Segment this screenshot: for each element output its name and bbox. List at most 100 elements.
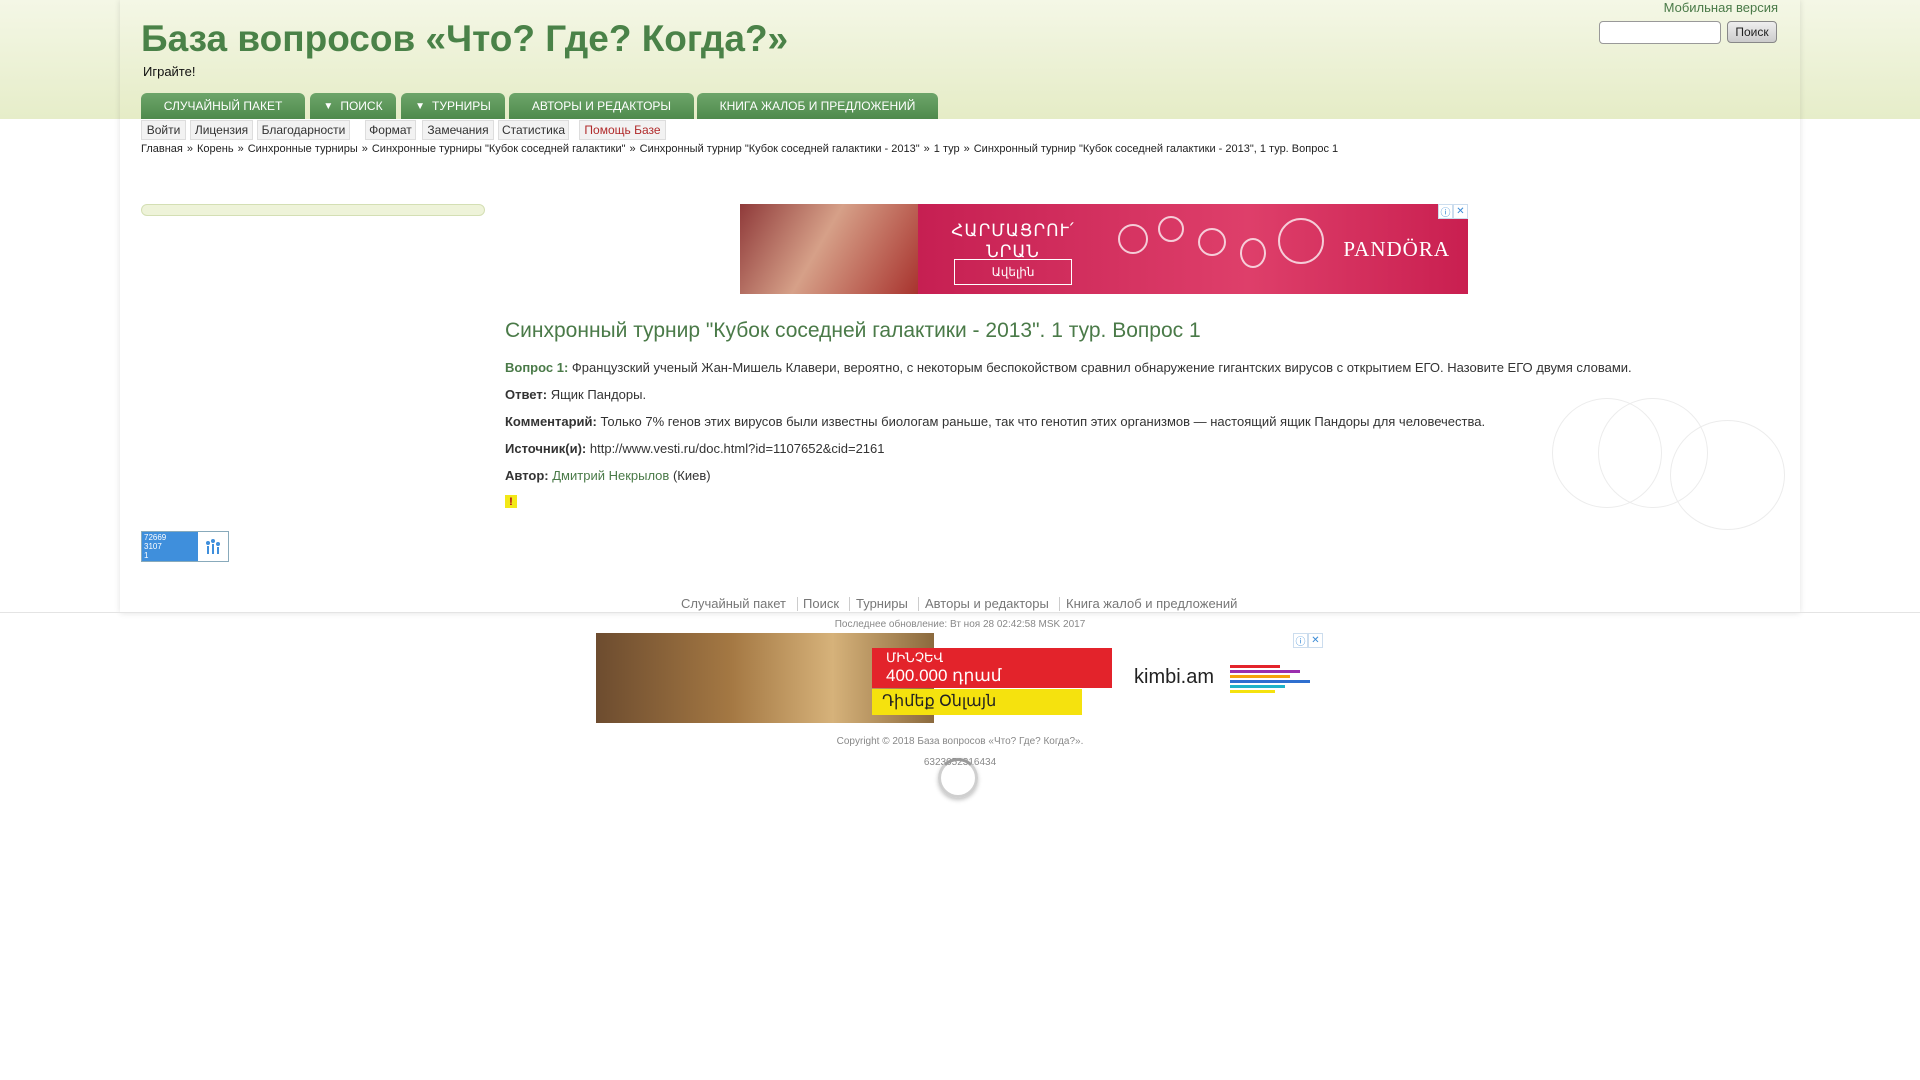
footer-link-random-package[interactable]: Случайный пакет — [681, 596, 786, 611]
subnav-thanks[interactable]: Благодарности — [257, 120, 350, 140]
source-label: Источник(и): — [505, 441, 587, 456]
footer-divider — [0, 612, 1920, 613]
counter-value-2: 3107 — [144, 542, 162, 551]
ad-logo: kimbi.am — [1134, 666, 1215, 688]
ad-banner-bottom[interactable]: ՄԻՆՉԵՎ 400.000 դրամ Դիմեք Օնլայն kimbi.a… — [596, 633, 1324, 723]
people-stats-icon — [198, 532, 228, 561]
author-line: Автор: Дмитрий Некрылов (Киев) — [505, 468, 711, 483]
bracelet-bead-icon — [1198, 228, 1226, 256]
author-city: (Киев) — [672, 468, 711, 483]
breadcrumb: Главная» Корень» Синхронные турниры» Синхро… — [141, 143, 1338, 155]
breadcrumb-link[interactable]: Синхронные турниры — [248, 143, 358, 155]
info-icon[interactable]: ⓘ — [1293, 633, 1308, 648]
counter-value-3: 1 — [144, 551, 149, 560]
dropdown-arrow-icon: ▼ — [323, 100, 334, 112]
ad-background: ՀԱՐՄԱՑՐՈՒ՛ ՆՐԱՆ Ավելին PANDÖRA — [918, 204, 1468, 294]
site-title[interactable]: База вопросов «Что? Где? Когда?» — [141, 18, 788, 60]
breadcrumb-separator: » — [629, 143, 636, 155]
last-updated: Последнее обновление: Вт ноя 28 02:42:58… — [834, 619, 1086, 630]
subnav-login[interactable]: Войти — [141, 120, 186, 140]
ad-offer-line1: ՄԻՆՉԵՎ — [886, 650, 944, 665]
subnav-remarks[interactable]: Замечания — [422, 120, 494, 140]
nav-complaints-book[interactable]: Книга жалоб и предложений — [697, 93, 938, 119]
logo-stripe — [1230, 665, 1280, 668]
bracelet-bead-icon — [1118, 224, 1148, 254]
nav-label: Турниры — [432, 99, 491, 113]
info-icon[interactable]: ⓘ — [1438, 204, 1453, 219]
footer-link-complaints[interactable]: Книга жалоб и предложений — [1066, 596, 1237, 611]
nav-search[interactable]: ▼ Поиск — [310, 93, 396, 119]
subnav-help-base[interactable]: Помощь Базе — [579, 120, 666, 140]
footer-separator — [1059, 597, 1060, 611]
breadcrumb-link[interactable]: 1 тур — [934, 143, 960, 155]
ad-photo — [740, 204, 918, 294]
counter-values: 72669 3107 1 — [144, 533, 166, 560]
answer-text: Ящик Пандоры. — [550, 387, 647, 402]
breadcrumb-link[interactable]: Синхронные турниры "Кубок соседней галак… — [372, 143, 626, 155]
question-text-line: Вопрос 1: Французский ученый Жан-Мишель … — [505, 360, 1632, 375]
footer-link-search[interactable]: Поиск — [803, 596, 839, 611]
breadcrumb-separator: » — [963, 143, 970, 155]
footer-link-authors[interactable]: Авторы и редакторы — [925, 596, 1049, 611]
nav-label: Случайный пакет — [163, 99, 283, 113]
comment-text: Только 7% генов этих вирусов были извест… — [600, 414, 1486, 429]
breadcrumb-current: Синхронный турнир "Кубок соседней галакт… — [973, 143, 1339, 155]
subnav-license[interactable]: Лицензия — [190, 120, 253, 140]
ad-brand-logo: PANDÖRA — [1343, 237, 1450, 261]
mobile-version-link[interactable]: Мобильная версия — [1664, 0, 1778, 15]
heart-charm-icon — [1240, 238, 1266, 268]
source-text: http://www.vesti.ru/doc.html?id=1107652&… — [589, 441, 885, 456]
logo-stripe — [1230, 685, 1285, 688]
page-container — [120, 0, 1800, 613]
report-error-icon[interactable]: ! — [505, 495, 517, 508]
breadcrumb-separator: » — [361, 143, 368, 155]
subnav-statistics[interactable]: Статистика — [498, 120, 569, 140]
bracelet-bead-icon — [1158, 216, 1184, 242]
source-line: Источник(и): http://www.vesti.ru/doc.htm… — [505, 441, 885, 456]
nav-label: Книга жалоб и предложений — [719, 99, 916, 113]
breadcrumb-link[interactable]: Синхронный турнир "Кубок соседней галакт… — [640, 143, 920, 155]
subnav-format[interactable]: Формат — [365, 120, 416, 140]
nav-label: Поиск — [340, 99, 383, 113]
ad-offer-box: ՄԻՆՉԵՎ 400.000 դրամ — [872, 648, 1112, 688]
nav-label: Авторы и редакторы — [531, 99, 672, 113]
nav-authors-editors[interactable]: Авторы и редакторы — [509, 93, 694, 119]
logo-stripe — [1230, 680, 1310, 683]
liveinternet-counter[interactable]: 72669 3107 1 — [141, 531, 229, 562]
dropdown-arrow-icon: ▼ — [415, 100, 426, 112]
breadcrumb-separator: » — [237, 143, 244, 155]
ad-headline-line1: ՀԱՐՄԱՑՐՈՒ՛ — [951, 221, 1075, 240]
nav-random-package[interactable]: Случайный пакет — [141, 93, 305, 119]
close-icon[interactable]: ✕ — [1453, 204, 1468, 219]
search-input[interactable] — [1599, 21, 1721, 44]
footer-link-tournaments[interactable]: Турниры — [856, 596, 908, 611]
ad-apply-online[interactable]: Դիմեք Օնլայն — [872, 689, 1082, 715]
loading-spinner-icon — [938, 758, 978, 798]
question-text: Французский ученый Жан-Мишель Клавери, в… — [571, 360, 1632, 375]
author-link[interactable]: Дмитрий Некрылов — [552, 468, 669, 483]
footer-separator — [918, 597, 919, 611]
ad-more-button[interactable]: Ավելին — [954, 259, 1072, 285]
ad-offer-line2: 400.000 դրամ — [886, 666, 1002, 685]
sidebar-panel — [141, 204, 485, 216]
question-number-label: Вопрос 1: — [505, 360, 569, 375]
author-label: Автор: — [505, 468, 549, 483]
comment-label: Комментарий: — [505, 414, 597, 429]
breadcrumb-separator: » — [923, 143, 930, 155]
copyright: Copyright © 2018 База вопросов «Что? Где… — [836, 736, 1084, 747]
logo-stripe — [1230, 675, 1290, 678]
answer-label: Ответ: — [505, 387, 548, 402]
breadcrumb-link[interactable]: Корень — [197, 143, 234, 155]
ad-banner-top[interactable]: ՀԱՐՄԱՑՐՈՒ՛ ՆՐԱՆ Ավելին PANDÖRA ⓘ ✕ — [740, 204, 1468, 294]
tagline: Играйте! — [143, 64, 196, 79]
counter-value-1: 72669 — [144, 533, 167, 542]
footer-separator — [849, 597, 850, 611]
question-title: Синхронный турнир "Кубок соседней галакт… — [505, 319, 1201, 342]
breadcrumb-link[interactable]: Главная — [141, 143, 183, 155]
close-icon[interactable]: ✕ — [1308, 633, 1323, 648]
ring-icon — [1278, 218, 1324, 264]
search-button[interactable]: Поиск — [1727, 21, 1777, 43]
comment-line: Комментарий: Только 7% генов этих вирусо… — [505, 414, 1485, 429]
answer-line: Ответ: Ящик Пандоры. — [505, 387, 646, 402]
nav-tournaments[interactable]: ▼ Турниры — [401, 93, 505, 119]
